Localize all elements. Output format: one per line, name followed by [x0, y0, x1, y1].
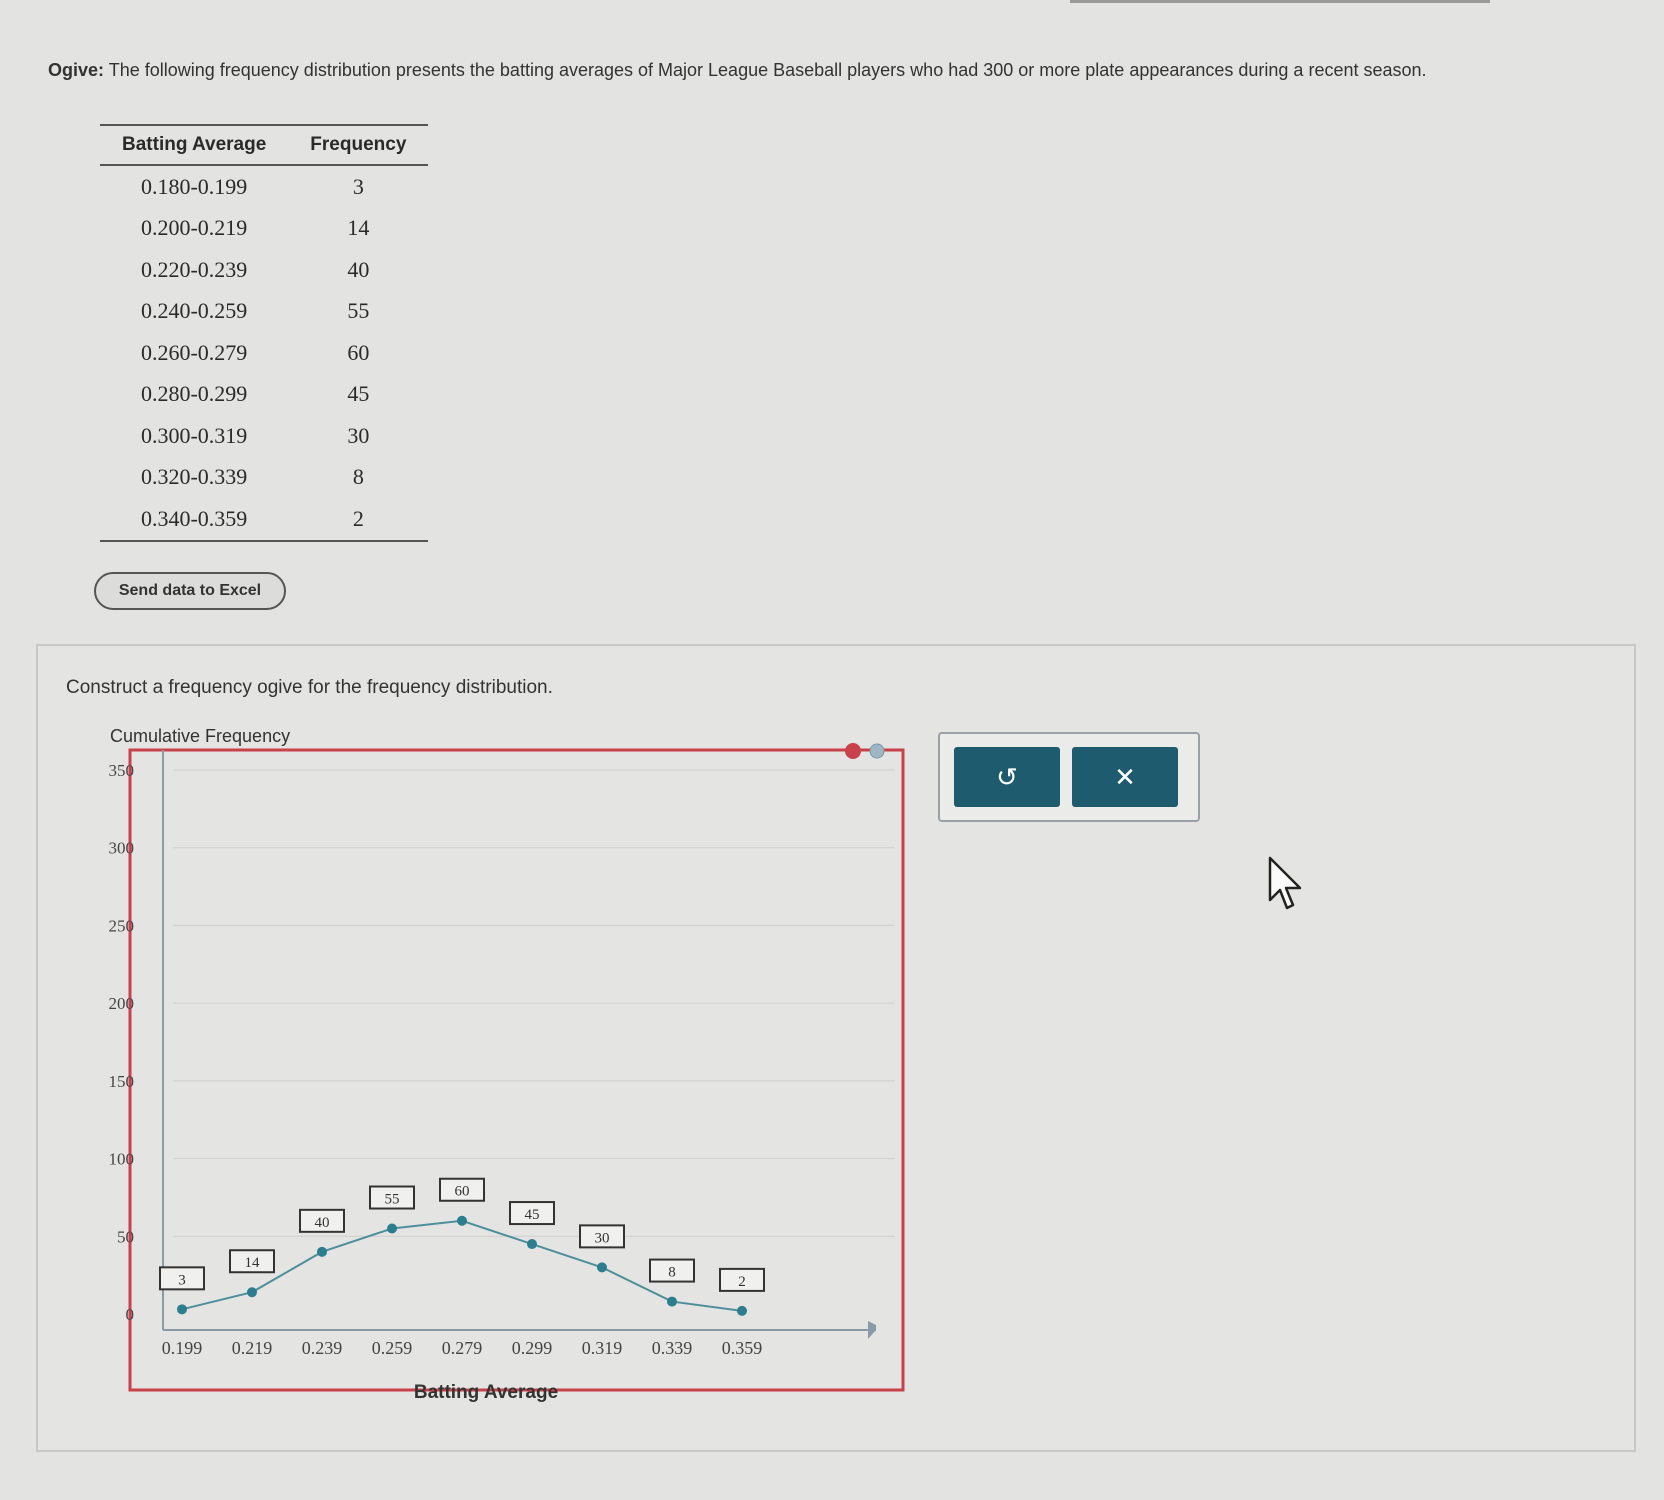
data-point: [177, 1304, 187, 1315]
x-tick-label: 0.219: [232, 1338, 273, 1358]
y-tick-label: 200: [109, 994, 135, 1013]
delete-handle-icon: [845, 743, 861, 759]
x-axis-title: Batting Average: [414, 1382, 558, 1403]
data-label: 55: [385, 1192, 400, 1208]
data-point: [457, 1215, 467, 1226]
data-label: 2: [738, 1274, 746, 1290]
y-axis-title: Cumulative Frequency: [110, 726, 290, 746]
ogive-chart[interactable]: Cumulative Frequency Batting Average 0 50 10…: [0, 0, 1664, 1500]
graph-tool-panel: ↺ ✕: [938, 732, 1200, 822]
data-label: 14: [245, 1255, 261, 1271]
data-point: [597, 1262, 607, 1273]
data-point: [527, 1239, 537, 1250]
y-tick-label: 150: [109, 1072, 135, 1091]
data-point: [387, 1223, 397, 1234]
y-tick-label: 300: [109, 839, 135, 858]
x-tick-label: 0.199: [162, 1338, 203, 1358]
data-label: 40: [315, 1215, 330, 1231]
close-icon: ✕: [1114, 761, 1136, 792]
data-label: 30: [595, 1230, 610, 1246]
data-label: 3: [178, 1272, 186, 1288]
data-label: 45: [525, 1207, 540, 1223]
x-tick-label: 0.339: [652, 1338, 693, 1358]
clear-button[interactable]: ✕: [1072, 747, 1178, 807]
data-point: [737, 1305, 747, 1316]
y-tick-label: 250: [109, 916, 135, 935]
data-point: [317, 1246, 327, 1257]
x-tick-label: 0.239: [302, 1338, 343, 1358]
x-tick-label: 0.279: [442, 1338, 483, 1358]
x-tick-label: 0.359: [722, 1338, 763, 1358]
x-axis-arrow-icon: [868, 1321, 876, 1339]
y-tick-label: 0: [126, 1305, 135, 1324]
x-tick-label: 0.299: [512, 1338, 553, 1358]
mouse-cursor-icon: [1268, 856, 1302, 910]
x-tick-label: 0.259: [372, 1338, 413, 1358]
undo-icon: ↺: [996, 761, 1018, 792]
y-tick-label: 50: [117, 1227, 134, 1246]
y-tick-label: 350: [109, 761, 135, 780]
data-label: 8: [668, 1265, 676, 1281]
data-point: [247, 1287, 257, 1298]
x-tick-label: 0.319: [582, 1338, 623, 1358]
undo-button[interactable]: ↺: [954, 747, 1060, 807]
minimize-handle-icon: [869, 743, 885, 759]
data-point: [667, 1296, 677, 1307]
y-tick-label: 100: [109, 1150, 135, 1169]
data-label: 60: [455, 1184, 470, 1200]
